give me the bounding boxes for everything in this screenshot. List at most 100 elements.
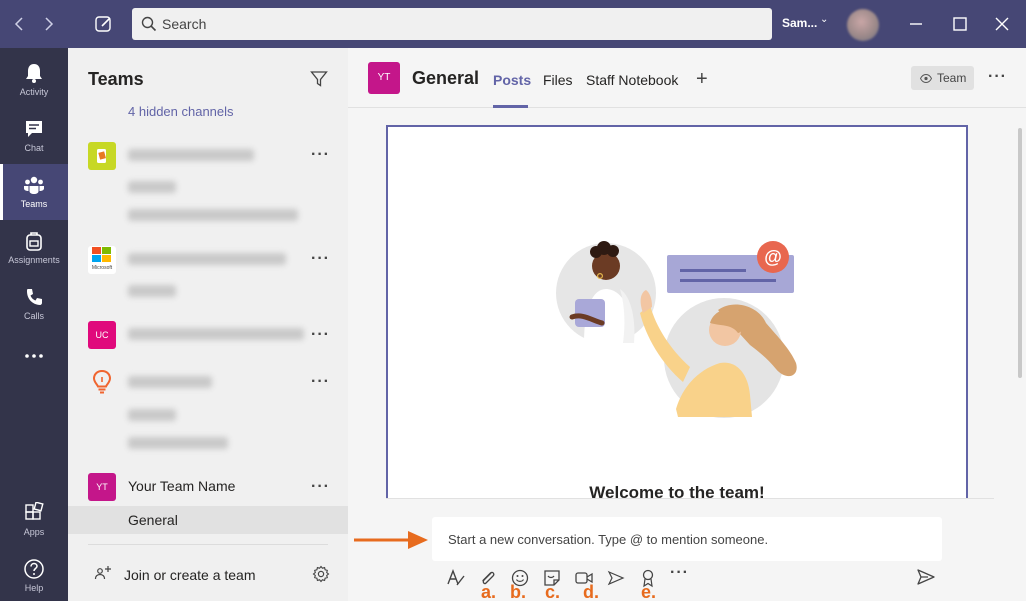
rail-item-more[interactable]	[0, 332, 68, 388]
rail-label: Teams	[20, 199, 48, 209]
rail-label: Assignments	[8, 255, 60, 265]
annotation-label: b.	[510, 582, 526, 601]
channel-team-badge: YT	[368, 62, 400, 94]
apps-icon	[25, 502, 44, 520]
team-avatar-yt[interactable]: YT	[88, 473, 116, 501]
blurred-team-name[interactable]	[128, 376, 212, 388]
join-create-team-link[interactable]: Join or create a team	[124, 567, 256, 583]
avatar[interactable]	[847, 9, 879, 41]
user-name[interactable]: Sam...	[782, 16, 817, 30]
welcome-card: @ Welcome to the team!	[386, 125, 968, 499]
team-button[interactable]: Team	[911, 66, 974, 90]
blurred-channel[interactable]	[128, 409, 176, 421]
rail-item-activity[interactable]: Activity	[0, 52, 68, 108]
backpack-icon	[26, 232, 42, 251]
rail-label: Activity	[19, 87, 49, 97]
rail-item-calls[interactable]: Calls	[0, 276, 68, 332]
phone-app-icon	[97, 149, 106, 163]
new-conversation-input[interactable]	[448, 517, 928, 561]
team-avatar[interactable]	[88, 368, 116, 396]
team-name[interactable]: Your Team Name	[128, 478, 235, 494]
annotation-label: e.	[641, 582, 657, 601]
team-more-icon[interactable]: ···	[311, 146, 330, 164]
compose-icon[interactable]	[94, 14, 114, 34]
blurred-channel[interactable]	[128, 209, 298, 221]
divider	[386, 498, 994, 499]
tab-files[interactable]: Files	[543, 72, 573, 88]
compose-box[interactable]	[432, 517, 942, 561]
phone-icon	[27, 289, 42, 305]
microsoft-logo-icon	[92, 247, 111, 262]
blurred-channel[interactable]	[128, 181, 176, 193]
channel-item-general[interactable]: General	[68, 506, 348, 534]
scrollbar[interactable]	[1018, 128, 1022, 378]
chat-icon	[26, 121, 42, 137]
forward-arrow-icon[interactable]	[38, 14, 58, 34]
panel-title: Teams	[88, 69, 144, 89]
team-more-icon[interactable]: ···	[311, 373, 330, 391]
blurred-channel[interactable]	[128, 437, 228, 449]
channel-title: General	[412, 68, 480, 88]
blurred-channel[interactable]	[128, 285, 176, 297]
teams-icon	[24, 176, 44, 194]
channel-main: YT General Posts Files Staff Notebook + …	[348, 48, 1026, 601]
team-avatar[interactable]: Microsoft	[88, 246, 116, 274]
divider	[88, 544, 328, 545]
rail-item-chat[interactable]: Chat	[0, 108, 68, 164]
annotation-label: c.	[545, 582, 561, 601]
blurred-team-name[interactable]	[128, 253, 286, 265]
maximize-icon[interactable]	[950, 14, 970, 34]
rail-label: Chat	[24, 143, 44, 153]
bell-icon	[26, 64, 42, 83]
team-more-icon[interactable]: ···	[311, 326, 330, 344]
team-avatar[interactable]	[88, 142, 116, 170]
tab-posts[interactable]: Posts	[493, 72, 531, 88]
format-icon[interactable]	[446, 568, 466, 588]
search-input[interactable]	[162, 8, 762, 40]
search-icon	[141, 16, 157, 32]
team-button-label: Team	[937, 71, 967, 85]
close-icon[interactable]	[992, 14, 1012, 34]
welcome-heading: Welcome to the team!	[589, 483, 765, 499]
add-tab-icon[interactable]: +	[696, 68, 708, 91]
teams-panel: Teams 4 hidden channels ··· Microsoft ··…	[68, 48, 348, 601]
gear-icon[interactable]	[312, 565, 330, 583]
channel-label: General	[128, 512, 178, 528]
send-icon[interactable]	[916, 568, 936, 586]
rail-label: Apps	[23, 527, 45, 537]
back-arrow-icon[interactable]	[10, 14, 30, 34]
active-tab-indicator	[493, 105, 528, 108]
svg-text:@: @	[764, 247, 782, 267]
team-more-icon[interactable]: ···	[311, 478, 330, 496]
rail-item-teams[interactable]: Teams	[0, 164, 68, 220]
tab-staff-notebook[interactable]: Staff Notebook	[586, 72, 678, 88]
team-more-icon[interactable]: ···	[311, 250, 330, 268]
search-bar[interactable]	[132, 8, 772, 40]
title-bar: Sam... ⌄	[0, 0, 1026, 48]
blurred-team-name[interactable]	[128, 149, 254, 161]
minimize-icon[interactable]	[906, 14, 926, 34]
annotation-label: a.	[481, 582, 497, 601]
rail-item-apps[interactable]: Apps	[0, 492, 68, 548]
rail-label: Calls	[23, 311, 44, 321]
add-team-icon[interactable]	[94, 565, 112, 583]
filter-icon[interactable]	[310, 70, 328, 88]
microsoft-label: Microsoft	[91, 265, 113, 271]
annotation-label: d.	[583, 582, 599, 601]
channel-header: YT General Posts Files Staff Notebook + …	[348, 48, 1026, 108]
help-icon	[24, 559, 44, 579]
app-rail: Activity Chat Teams Assignments Calls Ap…	[0, 48, 68, 601]
chevron-down-icon[interactable]: ⌄	[820, 14, 828, 25]
more-icon	[25, 354, 43, 358]
rail-label: Help	[24, 583, 44, 593]
blurred-team-name[interactable]	[128, 328, 304, 340]
stream-icon[interactable]	[606, 568, 626, 588]
hidden-channels-link[interactable]: 4 hidden channels	[128, 104, 234, 119]
arrow-right-icon	[354, 531, 428, 549]
more-options-icon[interactable]: ···	[670, 564, 690, 584]
team-avatar[interactable]: UC	[88, 321, 116, 349]
rail-item-assignments[interactable]: Assignments	[0, 220, 68, 276]
header-more-icon[interactable]: ···	[988, 68, 1007, 86]
rail-item-help[interactable]: Help	[0, 548, 68, 601]
eye-icon	[920, 74, 932, 83]
